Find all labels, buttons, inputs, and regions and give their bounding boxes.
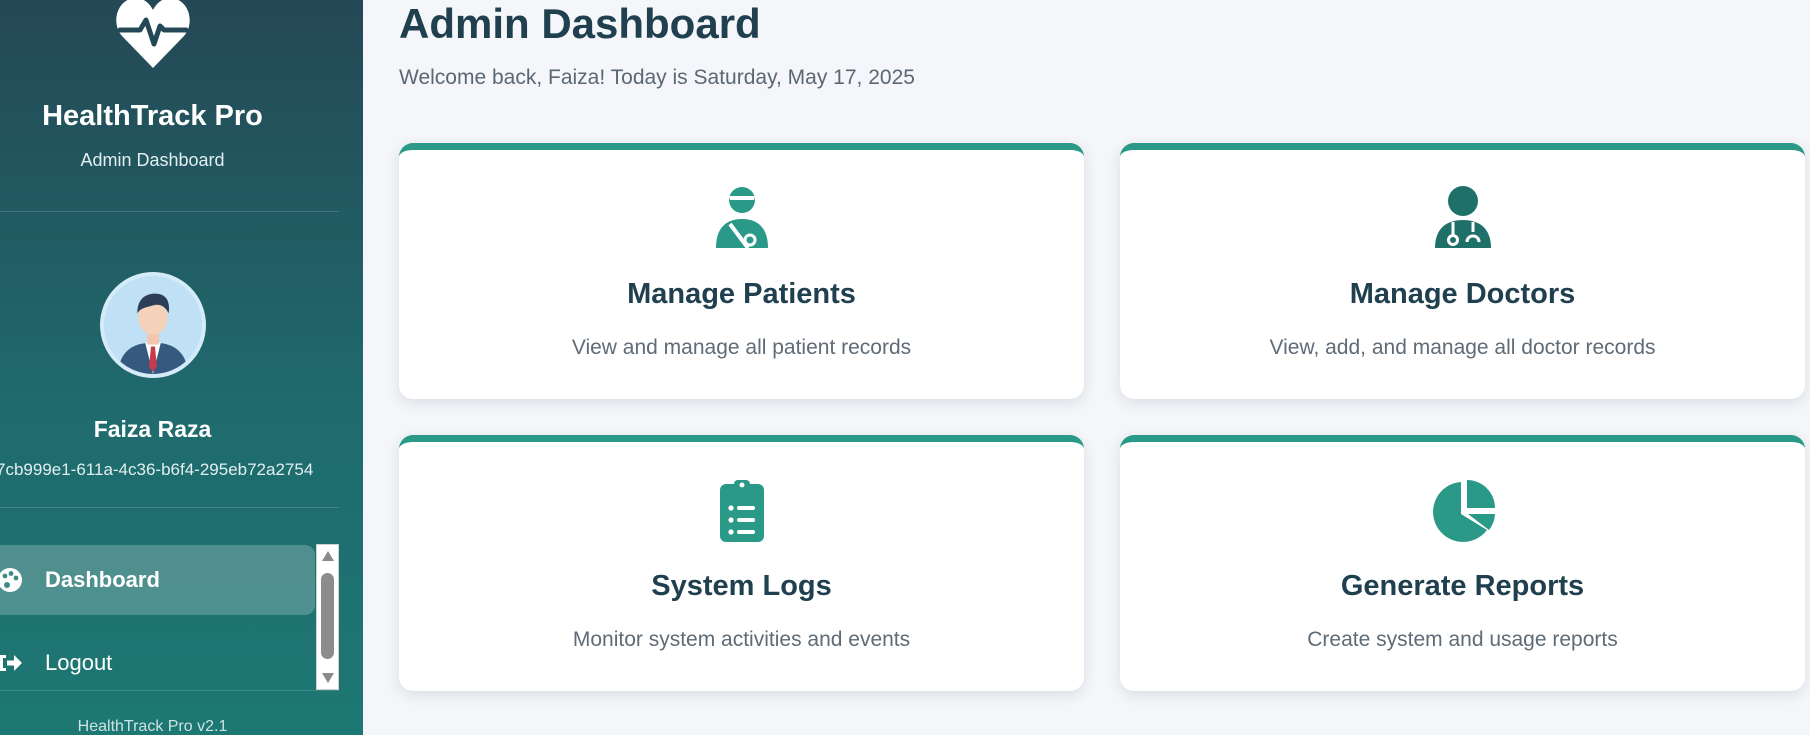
card-description: Monitor system activities and events bbox=[572, 628, 911, 651]
brand-subtitle: Admin Dashboard bbox=[80, 150, 225, 170]
divider bbox=[0, 507, 339, 508]
card-description: Create system and usage reports bbox=[1307, 628, 1618, 651]
main-content: Admin Dashboard Welcome back, Faiza! Tod… bbox=[363, 0, 1810, 735]
divider bbox=[0, 211, 339, 212]
card-manage-patients[interactable]: Manage Patients View and manage all pati… bbox=[399, 143, 1084, 399]
avatar bbox=[100, 272, 206, 378]
nav-item-dashboard[interactable]: Dashboard bbox=[0, 545, 315, 615]
sidebar: HealthTrack Pro Admin Dashboard Faiza Ra… bbox=[0, 0, 363, 735]
nav-label: Logout bbox=[45, 650, 113, 675]
card-title: Manage Doctors bbox=[1349, 278, 1576, 310]
user-id: 7cb999e1-611a-4c36-b6f4-295eb72a2754 bbox=[0, 460, 314, 479]
palette-icon bbox=[0, 568, 22, 592]
scroll-up-arrow-icon[interactable] bbox=[322, 551, 334, 561]
pie-chart-icon bbox=[1432, 480, 1495, 542]
version-footer: HealthTrack Pro v2.1 bbox=[77, 718, 228, 735]
user-name: Faiza Raza bbox=[93, 416, 212, 442]
card-manage-doctors[interactable]: Manage Doctors View, add, and manage all… bbox=[1120, 143, 1805, 399]
card-generate-reports[interactable]: Generate Reports Create system and usage… bbox=[1120, 435, 1805, 691]
divider bbox=[0, 690, 339, 691]
brand-name: HealthTrack Pro bbox=[42, 100, 263, 132]
doctor-icon bbox=[1434, 186, 1491, 248]
scroll-down-arrow-icon[interactable] bbox=[322, 673, 334, 683]
clipboard-list-icon bbox=[719, 480, 764, 542]
nav-label: Dashboard bbox=[45, 567, 160, 592]
card-system-logs[interactable]: System Logs Monitor system activities an… bbox=[399, 435, 1084, 691]
card-title: Manage Patients bbox=[627, 278, 856, 310]
scroll-thumb[interactable] bbox=[321, 573, 334, 659]
nav-item-logout[interactable]: Logout bbox=[0, 628, 315, 698]
card-description: View and manage all patient records bbox=[571, 336, 912, 359]
nav-scrollbar[interactable] bbox=[316, 544, 339, 690]
page-title: Admin Dashboard bbox=[399, 0, 761, 47]
user-avatar-icon bbox=[104, 276, 202, 374]
patient-icon bbox=[715, 187, 768, 250]
heart-pulse-icon bbox=[116, 0, 190, 68]
welcome-message: Welcome back, Faiza! Today is Saturday, … bbox=[399, 66, 915, 89]
card-description: View, add, and manage all doctor records bbox=[1269, 336, 1656, 359]
card-title: Generate Reports bbox=[1340, 570, 1585, 602]
logout-icon bbox=[0, 655, 22, 671]
card-title: System Logs bbox=[651, 570, 832, 602]
